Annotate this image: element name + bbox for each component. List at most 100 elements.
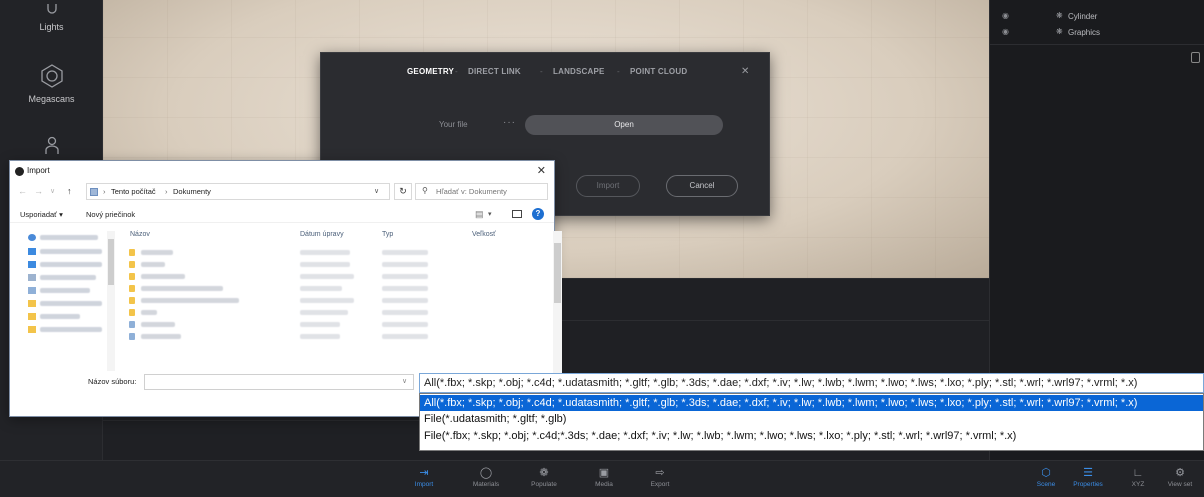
column-header-date[interactable]: Dátum úpravy [300,231,344,238]
table-row[interactable] [122,283,542,294]
populate-tab-button[interactable]: ❁ Populate [520,465,568,488]
file-type [382,322,428,327]
outliner-row-graphics[interactable]: ◉ ❋ Graphics [990,26,1204,40]
outliner-row-cylinder[interactable]: ◉ ❋ Cylinder [990,10,1204,24]
export-tab-button[interactable]: ⇨ Export [636,465,684,488]
back-arrow-icon[interactable]: ← [18,186,27,196]
bottom-tab-label: Populate [531,481,557,488]
file-type-option-all[interactable]: All(*.fbx; *.skp; *.obj; *.c4d; *.udatas… [420,395,1203,411]
dialog-titlebar[interactable]: Import ✕ [10,161,554,181]
search-input[interactable] [436,185,544,198]
nav-item-label [40,249,102,254]
chevron-down-icon[interactable]: ∨ [50,187,55,195]
cancel-button[interactable]: Cancel [666,175,738,197]
xyz-icon: ∟ [1132,467,1144,479]
breadcrumb-this-pc[interactable]: Tento počítač [111,187,156,196]
file-date [300,334,340,339]
tab-landscape[interactable]: LANDSCAPE [553,67,605,76]
close-icon[interactable]: ✕ [741,67,751,77]
folder-icon [129,273,135,280]
file-name-field[interactable] [144,374,414,390]
chevron-down-icon[interactable]: ∨ [402,377,407,385]
properties-tab-button[interactable]: ☰ Properties [1064,465,1112,488]
cloud-icon [28,248,36,255]
file-name [141,310,157,315]
materials-tab-button[interactable]: ◯ Materials [462,465,510,488]
table-row[interactable] [122,307,542,318]
scrollbar-thumb[interactable] [108,239,114,285]
search-box[interactable]: ⚲ [415,183,548,200]
folder-icon [129,261,135,268]
scrollbar-thumb[interactable] [554,243,561,303]
nav-item-label [40,288,90,293]
new-folder-button[interactable]: Nový priečinok [86,210,135,219]
sidebar-label: Megascans [28,94,75,104]
file-date [300,322,340,327]
nav-scrollbar[interactable] [107,231,115,371]
browse-dots-button[interactable]: ··· [503,117,516,128]
tab-geometry[interactable]: GEOMETRY [407,67,454,76]
file-name [141,286,223,291]
file-list: Názov Dátum úpravy Typ Veľkosť [122,227,562,375]
person-icon [44,136,59,154]
file-name [141,262,165,267]
eye-icon[interactable]: ◉ [1002,11,1009,20]
forward-arrow-icon[interactable]: → [34,186,43,196]
table-row[interactable] [122,259,542,270]
table-row[interactable] [122,319,542,330]
chevron-down-icon[interactable]: ▾ [488,210,492,218]
sidebar-label: Lights [39,22,64,32]
column-header-type[interactable]: Typ [382,231,393,238]
file-type-option-datasmith-gltf[interactable]: File(*.udatasmith; *.gltf; *.glb) [420,411,1203,427]
tab-direct-link[interactable]: DIRECT LINK [468,67,521,76]
folder-icon [28,313,36,320]
file-date [300,310,348,315]
sidebar-item-lights[interactable]: Lights [0,4,103,32]
file-date [300,298,354,303]
file-list-scrollbar[interactable] [553,231,562,373]
bottom-tab-label: Export [650,481,670,488]
file-type-option-mesh-formats[interactable]: File(*.fbx; *.skp; *.obj; *.c4d;*.3ds; *… [420,428,1203,444]
column-header-size[interactable]: Veľkosť [472,231,496,238]
file-name [141,274,185,279]
search-icon: ⚲ [422,186,428,195]
eye-icon[interactable]: ◉ [1002,27,1009,36]
sidebar-item-character[interactable] [0,136,103,160]
panel-toggle-icon[interactable] [1191,52,1200,63]
sidebar-item-megascans[interactable]: Megascans [0,64,103,104]
table-row[interactable] [122,331,542,342]
file-name-input[interactable] [145,375,413,389]
organize-button[interactable]: Usporiadať ▾ [20,210,63,219]
preview-pane-icon[interactable] [512,210,522,218]
import-tab-button[interactable]: ⇥ Import [400,465,448,488]
open-button[interactable]: Open [525,115,723,135]
outliner-label: Graphics [1068,28,1101,37]
your-file-label: Your file [439,120,468,129]
xyz-tab-button[interactable]: ∟ XYZ [1114,465,1162,488]
chevron-down-icon[interactable]: ∨ [374,187,379,195]
tab-point-cloud[interactable]: POINT CLOUD [630,67,687,76]
file-type-select[interactable]: All(*.fbx; *.skp; *.obj; *.c4d; *.udatas… [419,373,1204,393]
breadcrumb-documents[interactable]: Dokumenty [173,187,211,196]
address-bar[interactable]: › Tento počítač › Dokumenty ∨ [86,183,390,200]
populate-icon: ❁ [539,467,549,479]
media-tab-button[interactable]: ▣ Media [580,465,628,488]
scene-tab-button[interactable]: ⬡ Scene [1022,465,1070,488]
up-arrow-icon[interactable]: ↑ [67,186,72,196]
bottom-tab-label: Scene [1036,481,1056,488]
nav-item-label [40,262,102,267]
table-row[interactable] [122,271,542,282]
column-header-name[interactable]: Názov [130,231,150,238]
table-row[interactable] [122,247,542,258]
view-options-icon[interactable]: ▤ [475,209,484,220]
view-settings-tab-button[interactable]: ⚙ View set [1156,465,1204,488]
import-button[interactable]: Import [576,175,640,197]
help-icon[interactable]: ? [532,208,544,220]
close-icon[interactable]: ✕ [537,164,546,177]
breadcrumb-separator: › [103,187,106,196]
refresh-icon[interactable]: ↻ [394,183,412,200]
file-type [382,334,428,339]
table-row[interactable] [122,295,542,306]
file-name [141,334,181,339]
folder-icon [129,249,135,256]
